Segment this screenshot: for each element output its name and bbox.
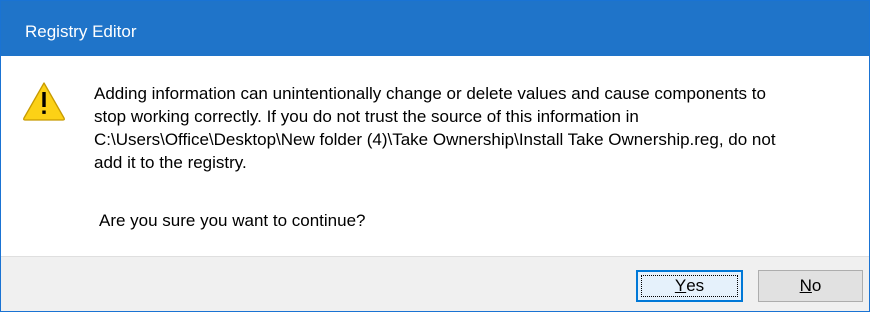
confirmation-question: Are you sure you want to continue? bbox=[99, 211, 366, 230]
no-button[interactable]: No bbox=[758, 270, 863, 302]
message-line: C:\Users\Office\Desktop\New folder (4)\T… bbox=[94, 130, 776, 149]
dialog-content: Adding information can unintentionally c… bbox=[1, 56, 869, 256]
focus-ring bbox=[641, 275, 738, 297]
registry-editor-dialog: Registry Editor Adding information can u… bbox=[0, 0, 870, 312]
warning-icon bbox=[23, 82, 65, 121]
window-title: Registry Editor bbox=[25, 22, 137, 41]
warning-message: Adding information can unintentionally c… bbox=[94, 82, 854, 174]
no-button-label: No bbox=[799, 276, 822, 295]
button-bar: Yes No bbox=[1, 256, 869, 311]
message-line: Adding information can unintentionally c… bbox=[94, 84, 766, 103]
title-bar[interactable]: Registry Editor bbox=[1, 1, 869, 56]
message-line: stop working correctly. If you do not tr… bbox=[94, 107, 639, 126]
yes-button[interactable]: Yes bbox=[636, 270, 743, 302]
message-line: add it to the registry. bbox=[94, 153, 247, 172]
